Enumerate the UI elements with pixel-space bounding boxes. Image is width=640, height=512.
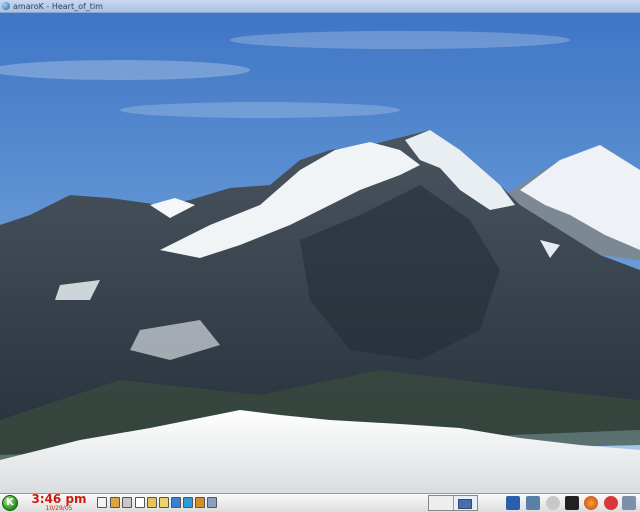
window-title-strip[interactable]: amaroK - Heart_of_tim — [0, 0, 640, 13]
user-icon[interactable] — [622, 496, 636, 510]
desktop-wallpaper — [0, 0, 640, 493]
cloud — [120, 102, 400, 118]
cloud — [230, 31, 570, 49]
package-icon[interactable] — [195, 497, 205, 508]
firefox-icon[interactable] — [584, 496, 598, 510]
clipboard-icon[interactable] — [506, 496, 520, 510]
amarok-icon — [2, 2, 10, 10]
kontact-icon[interactable] — [147, 497, 157, 508]
kwrite-icon[interactable] — [135, 497, 145, 508]
terminal-icon[interactable] — [565, 496, 579, 510]
network-status-icon[interactable] — [526, 496, 540, 510]
kopete-icon[interactable] — [207, 497, 217, 508]
pager-desktop-2[interactable] — [453, 496, 477, 510]
pager-window-thumbnail — [457, 499, 472, 509]
taskbar: K 3:46 pm 10/29/05 — [0, 493, 640, 512]
security-lock-icon[interactable] — [546, 496, 560, 510]
window-title: amaroK - Heart_of_tim — [13, 1, 103, 11]
clock[interactable]: 3:46 pm 10/29/05 — [30, 493, 88, 512]
konsole-icon[interactable] — [97, 497, 107, 508]
updates-icon[interactable] — [604, 496, 618, 510]
cloud — [0, 60, 250, 80]
konqueror-icon[interactable] — [171, 497, 181, 508]
k-logo-icon: K — [6, 497, 14, 508]
desktop-pager[interactable] — [428, 495, 478, 511]
kmail-icon[interactable] — [122, 497, 132, 508]
file-manager-icon[interactable] — [159, 497, 169, 508]
k-menu-button[interactable]: K — [2, 495, 18, 511]
download-icon[interactable] — [183, 497, 193, 508]
clock-date: 10/29/05 — [45, 505, 73, 512]
home-folder-icon[interactable] — [110, 497, 120, 508]
pager-desktop-1[interactable] — [429, 496, 454, 510]
